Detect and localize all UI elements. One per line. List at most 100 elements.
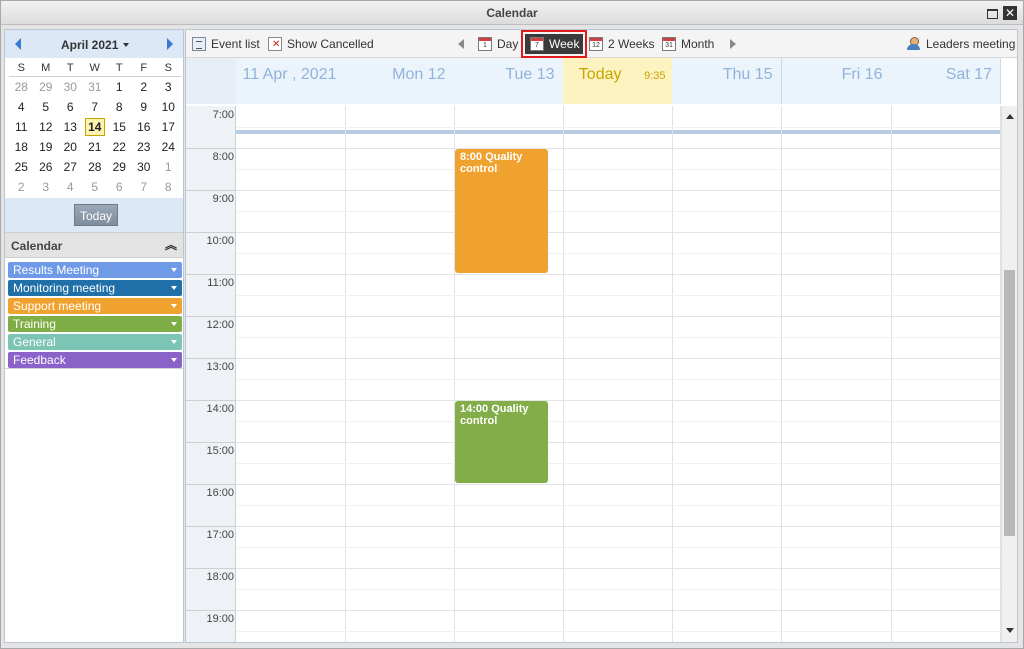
day-header[interactable]: Thu 15 bbox=[672, 58, 782, 104]
next-period-button[interactable] bbox=[730, 30, 736, 58]
chevron-down-icon[interactable] bbox=[171, 268, 177, 272]
day-number: 7 bbox=[140, 180, 148, 194]
calendar-item[interactable]: Results Meeting bbox=[8, 262, 182, 278]
mini-calendar-day[interactable]: 24 bbox=[156, 137, 181, 157]
hour-label: 8:00 bbox=[212, 151, 234, 163]
week-row: 2 3 4 5 6 7 8 bbox=[9, 177, 181, 197]
week-row: 4 5 6 7 8 9 10 bbox=[9, 97, 181, 117]
prev-month-icon[interactable] bbox=[15, 38, 21, 50]
mini-calendar-day[interactable]: 3 bbox=[34, 177, 59, 197]
day-column[interactable] bbox=[891, 106, 1001, 642]
mini-calendar-day[interactable]: 6 bbox=[58, 97, 83, 117]
mini-calendar-day[interactable]: 5 bbox=[83, 177, 108, 197]
mini-calendar-day[interactable]: 30 bbox=[58, 77, 83, 97]
mini-calendar-month[interactable]: April 2021 bbox=[61, 38, 118, 52]
day-header[interactable]: Sat 17 bbox=[891, 58, 1001, 104]
mini-calendar-day[interactable]: 11 bbox=[9, 117, 34, 137]
two-weeks-view-button[interactable]: 2 Weeks bbox=[589, 30, 654, 58]
mini-calendar-day[interactable]: 5 bbox=[34, 97, 59, 117]
mini-calendar-day[interactable]: 8 bbox=[107, 97, 132, 117]
calendar-section-header[interactable]: Calendar ︽ bbox=[5, 232, 183, 258]
calendar-item[interactable]: Support meeting bbox=[8, 298, 182, 314]
mini-calendar-day[interactable]: 31 bbox=[83, 77, 108, 97]
mini-calendar-day[interactable]: 1 bbox=[107, 77, 132, 97]
mini-calendar-day[interactable]: 1 bbox=[156, 157, 181, 177]
mini-calendar-day[interactable]: 28 bbox=[9, 77, 34, 97]
scrollbar-thumb[interactable] bbox=[1004, 270, 1015, 536]
mini-calendar-day[interactable]: 12 bbox=[34, 117, 59, 137]
maximize-icon[interactable] bbox=[985, 6, 999, 20]
scroll-up-icon[interactable] bbox=[1006, 114, 1014, 119]
hour-label: 16:00 bbox=[206, 487, 234, 499]
leaders-meeting-button[interactable]: Leaders meeting bbox=[906, 30, 1015, 58]
mini-calendar-day[interactable]: 7 bbox=[132, 177, 157, 197]
mini-calendar-day[interactable]: 30 bbox=[132, 157, 157, 177]
vertical-scrollbar[interactable] bbox=[1001, 106, 1017, 642]
day-column[interactable] bbox=[236, 106, 346, 642]
mini-calendar-day[interactable]: 27 bbox=[58, 157, 83, 177]
day-header[interactable]: Tue 13 bbox=[454, 58, 564, 104]
mini-calendar-day[interactable]: 9 bbox=[132, 97, 157, 117]
mini-calendar-day[interactable]: 26 bbox=[34, 157, 59, 177]
day-header[interactable]: 11 Apr , 2021 bbox=[236, 58, 346, 104]
prev-period-button[interactable] bbox=[458, 30, 464, 58]
mini-calendar-day[interactable]: 29 bbox=[34, 77, 59, 97]
month-dropdown-icon[interactable] bbox=[123, 43, 129, 47]
mini-calendar-day[interactable]: 18 bbox=[9, 137, 34, 157]
mini-calendar-day[interactable]: 29 bbox=[107, 157, 132, 177]
mini-calendar-day[interactable]: 8 bbox=[156, 177, 181, 197]
event-block[interactable]: 14:00 Quality control bbox=[455, 401, 548, 483]
mini-calendar-day[interactable]: 13 bbox=[58, 117, 83, 137]
chevron-down-icon[interactable] bbox=[171, 286, 177, 290]
calendar-item[interactable]: General bbox=[8, 334, 182, 350]
hour-line bbox=[236, 316, 1001, 317]
mini-calendar-day[interactable]: 25 bbox=[9, 157, 34, 177]
time-grid[interactable]: 7:00 8:00 9:00 10:00 11:00 12:00 13:00 14:00 15:… bbox=[186, 106, 1017, 642]
mini-calendar-day[interactable]: 20 bbox=[58, 137, 83, 157]
chevron-down-icon[interactable] bbox=[171, 322, 177, 326]
mini-calendar-today[interactable]: 14 bbox=[83, 117, 108, 137]
month-view-button[interactable]: Month bbox=[662, 30, 714, 58]
scroll-down-icon[interactable] bbox=[1006, 628, 1014, 633]
mini-calendar-day[interactable]: 23 bbox=[132, 137, 157, 157]
mini-calendar-day[interactable]: 15 bbox=[107, 117, 132, 137]
day-header[interactable]: Fri 16 bbox=[782, 58, 892, 104]
event-block[interactable]: 8:00 Quality control bbox=[455, 149, 548, 273]
chevron-down-icon[interactable] bbox=[171, 304, 177, 308]
calendar-item[interactable]: Training bbox=[8, 316, 182, 332]
mini-calendar-day[interactable]: 7 bbox=[83, 97, 108, 117]
mini-calendar-day[interactable]: 4 bbox=[9, 97, 34, 117]
day-view-button[interactable]: Day bbox=[478, 30, 518, 58]
mini-calendar-day[interactable]: 21 bbox=[83, 137, 108, 157]
day-column[interactable] bbox=[345, 106, 455, 642]
day-column[interactable] bbox=[563, 106, 673, 642]
day-header[interactable]: Today 9:35 bbox=[563, 58, 673, 104]
mini-calendar-day[interactable]: 22 bbox=[107, 137, 132, 157]
mini-calendar-day[interactable]: 17 bbox=[156, 117, 181, 137]
day-column[interactable] bbox=[672, 106, 782, 642]
chevron-down-icon[interactable] bbox=[171, 358, 177, 362]
mini-calendar-day[interactable]: 19 bbox=[34, 137, 59, 157]
mini-calendar-day[interactable]: 16 bbox=[132, 117, 157, 137]
mini-calendar-day[interactable]: 6 bbox=[107, 177, 132, 197]
mini-calendar-day[interactable]: 10 bbox=[156, 97, 181, 117]
show-cancelled-button[interactable]: Show Cancelled bbox=[268, 30, 374, 58]
collapse-icon[interactable]: ︽ bbox=[165, 238, 177, 252]
mini-calendar-day[interactable]: 2 bbox=[9, 177, 34, 197]
day-column[interactable] bbox=[782, 106, 892, 642]
close-icon[interactable]: ✕ bbox=[1003, 6, 1017, 20]
day-number: 8 bbox=[115, 100, 123, 114]
calendar-item[interactable]: Monitoring meeting bbox=[8, 280, 182, 296]
calendar-item[interactable]: Feedback bbox=[8, 352, 182, 368]
day-number: 12 bbox=[39, 120, 53, 134]
chevron-down-icon[interactable] bbox=[171, 340, 177, 344]
today-button[interactable]: Today bbox=[74, 204, 118, 226]
week-view-button[interactable]: Week bbox=[525, 34, 583, 54]
mini-calendar-day[interactable]: 2 bbox=[132, 77, 157, 97]
day-header[interactable]: Mon 12 bbox=[345, 58, 455, 104]
mini-calendar-day[interactable]: 4 bbox=[58, 177, 83, 197]
mini-calendar-day[interactable]: 28 bbox=[83, 157, 108, 177]
mini-calendar-day[interactable]: 3 bbox=[156, 77, 181, 97]
event-list-button[interactable]: Event list bbox=[192, 30, 260, 58]
next-month-icon[interactable] bbox=[167, 38, 173, 50]
